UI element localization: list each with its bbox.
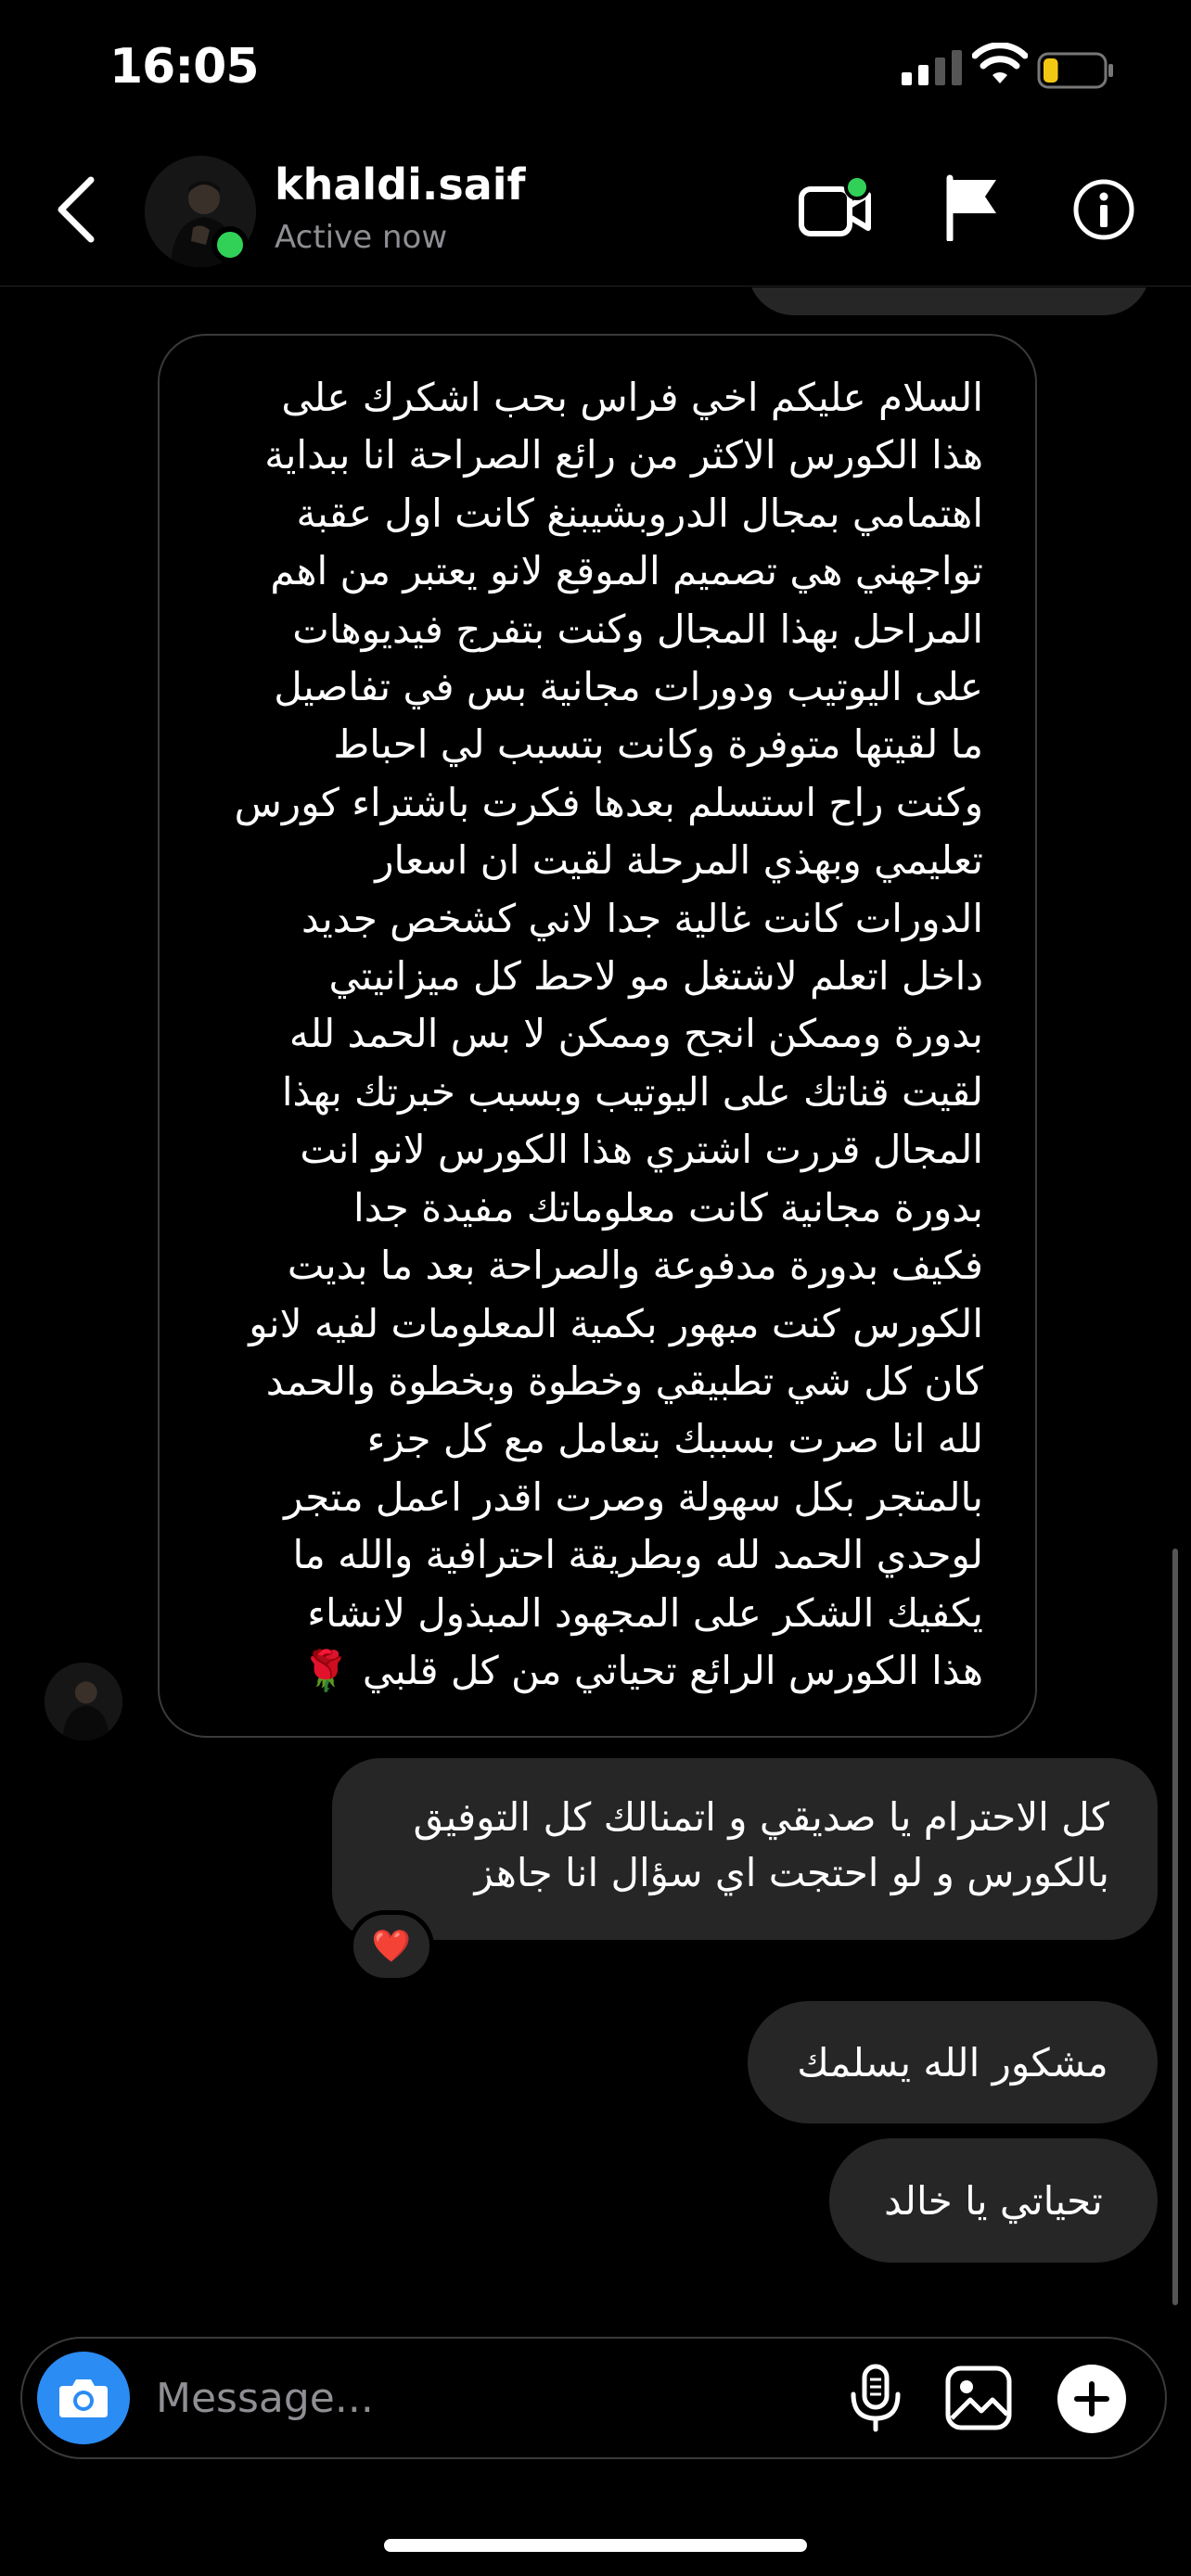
message-line: بالكورس و لو احتجت اي سؤال انا جاهز xyxy=(474,1850,1109,1895)
message-line: ما لقيتها متوفرة وكانت بتسبب لي احباط xyxy=(333,721,983,768)
message-line: كان كل شي تطبيقي وخطوة وبخطوة والحمد xyxy=(265,1358,983,1404)
message-line: المراحل بهذا المجال وكنت بتفرج فيديوهات xyxy=(292,606,983,652)
message-line: لله انا صرت بسببك بتعامل مع كل جزء xyxy=(366,1416,983,1462)
gallery-icon[interactable] xyxy=(944,2365,1013,2431)
message-line: وكنت راح استسلم بعدها فكرت باشتراء كورس xyxy=(234,779,983,825)
message-line: داخل اتعلم لاشتغل مو لاحط كل ميزانيتي xyxy=(328,953,983,1000)
back-chevron-icon[interactable] xyxy=(54,174,100,245)
chat-username[interactable]: khaldi.saif xyxy=(275,159,526,210)
received-message-bubble[interactable]: السلام عليكم اخي فراس بحب اشكرك على هذا ا… xyxy=(158,334,1037,1738)
message-line: تواجهني هي تصميم الموقع لانو يعتبر من اه… xyxy=(270,548,983,594)
message-line: السلام عليكم اخي فراس بحب اشكرك على xyxy=(281,375,983,420)
message-line: اهتمامي بمجال الدروبشيبنغ كانت اول عقبة xyxy=(296,490,983,536)
microphone-icon[interactable] xyxy=(848,2363,903,2433)
message-line: يكفيك الشكر على المجهود المبذول لانشاء xyxy=(307,1589,983,1636)
message-line: المجال قررت اشتري هذا الكورس لانو انت xyxy=(300,1127,983,1173)
heart-icon: ❤️ xyxy=(371,1928,412,1965)
home-indicator[interactable] xyxy=(384,2539,807,2552)
message-line: على اليوتيب ودورات مجانية بس في تفاصيل xyxy=(274,664,983,710)
sent-message-text: كل الاحترام يا صديقي و اتمنالك كل التوفي… xyxy=(369,1790,1109,1901)
wifi-icon xyxy=(972,43,1028,83)
activity-status: Active now xyxy=(275,219,448,256)
message-line: هذا الكورس الاكثر من رائع الصراحة انا بب… xyxy=(264,432,983,478)
message-line: الكورس كنت مبهور بكمية المعلومات لفيه لا… xyxy=(249,1300,983,1346)
message-line: كل الاحترام يا صديقي و اتمنالك كل التوفي… xyxy=(413,1794,1109,1840)
heart-reaction[interactable]: ❤️ xyxy=(349,1910,434,1983)
message-line: هذا الكورس الرائع تحياتي من كل قلبي 🌹 xyxy=(301,1647,983,1693)
message-line: بدورة وممكن انجح وممكن لا بس الحمد لله xyxy=(288,1011,983,1057)
cellular-signal-icon xyxy=(902,50,962,85)
message-line: الدورات كانت غالية جدا لاني كشخص جديد xyxy=(301,895,983,941)
sent-message-text: مشكور الله يسلمك xyxy=(797,2039,1108,2085)
plus-icon xyxy=(1074,2381,1109,2417)
sender-avatar[interactable] xyxy=(45,1663,122,1741)
sent-message-bubble[interactable]: كل الاحترام يا صديقي و اتمنالك كل التوفي… xyxy=(332,1758,1158,1940)
video-call-icon[interactable] xyxy=(798,174,876,241)
sent-message-text: تحياتي يا خالد xyxy=(884,2177,1103,2224)
received-message-text: السلام عليكم اخي فراس بحب اشكرك على هذا ا… xyxy=(200,369,983,1700)
message-line: لقيت قناتك على اليوتيب وبسبب خبرتك بهذا xyxy=(281,1068,983,1115)
message-line: بدورة مجانية كانت معلوماتك مفيدة جدا xyxy=(353,1184,983,1231)
message-line: لوحدي الحمد لله وبطريقة احترافية والله م… xyxy=(292,1532,983,1578)
camera-button[interactable] xyxy=(37,2352,130,2444)
message-input[interactable] xyxy=(156,2368,805,2428)
battery-icon xyxy=(1037,52,1113,89)
camera-icon xyxy=(59,2379,108,2417)
online-status-dot xyxy=(211,226,249,263)
info-icon[interactable] xyxy=(1072,178,1135,241)
sender-avatar-photo xyxy=(45,1663,122,1741)
flag-icon[interactable] xyxy=(942,174,1002,241)
add-button[interactable] xyxy=(1057,2365,1126,2433)
message-line: تعليمي وبهذي المرحلة لقيت ان اسعار xyxy=(375,837,983,884)
scrollbar[interactable] xyxy=(1172,1549,1178,2305)
header-divider xyxy=(0,286,1191,287)
sent-message-bubble[interactable]: مشكور الله يسلمك xyxy=(748,2001,1158,2123)
status-time: 16:05 xyxy=(109,39,260,95)
message-line: بالمتجر بكل سهولة وصرت اقدر اعمل متجر xyxy=(284,1473,983,1520)
message-line: فكيف بدورة مدفوعة والصراحة بعد ما بديت xyxy=(287,1243,983,1289)
sent-message-bubble[interactable]: تحياتي يا خالد xyxy=(829,2138,1158,2263)
